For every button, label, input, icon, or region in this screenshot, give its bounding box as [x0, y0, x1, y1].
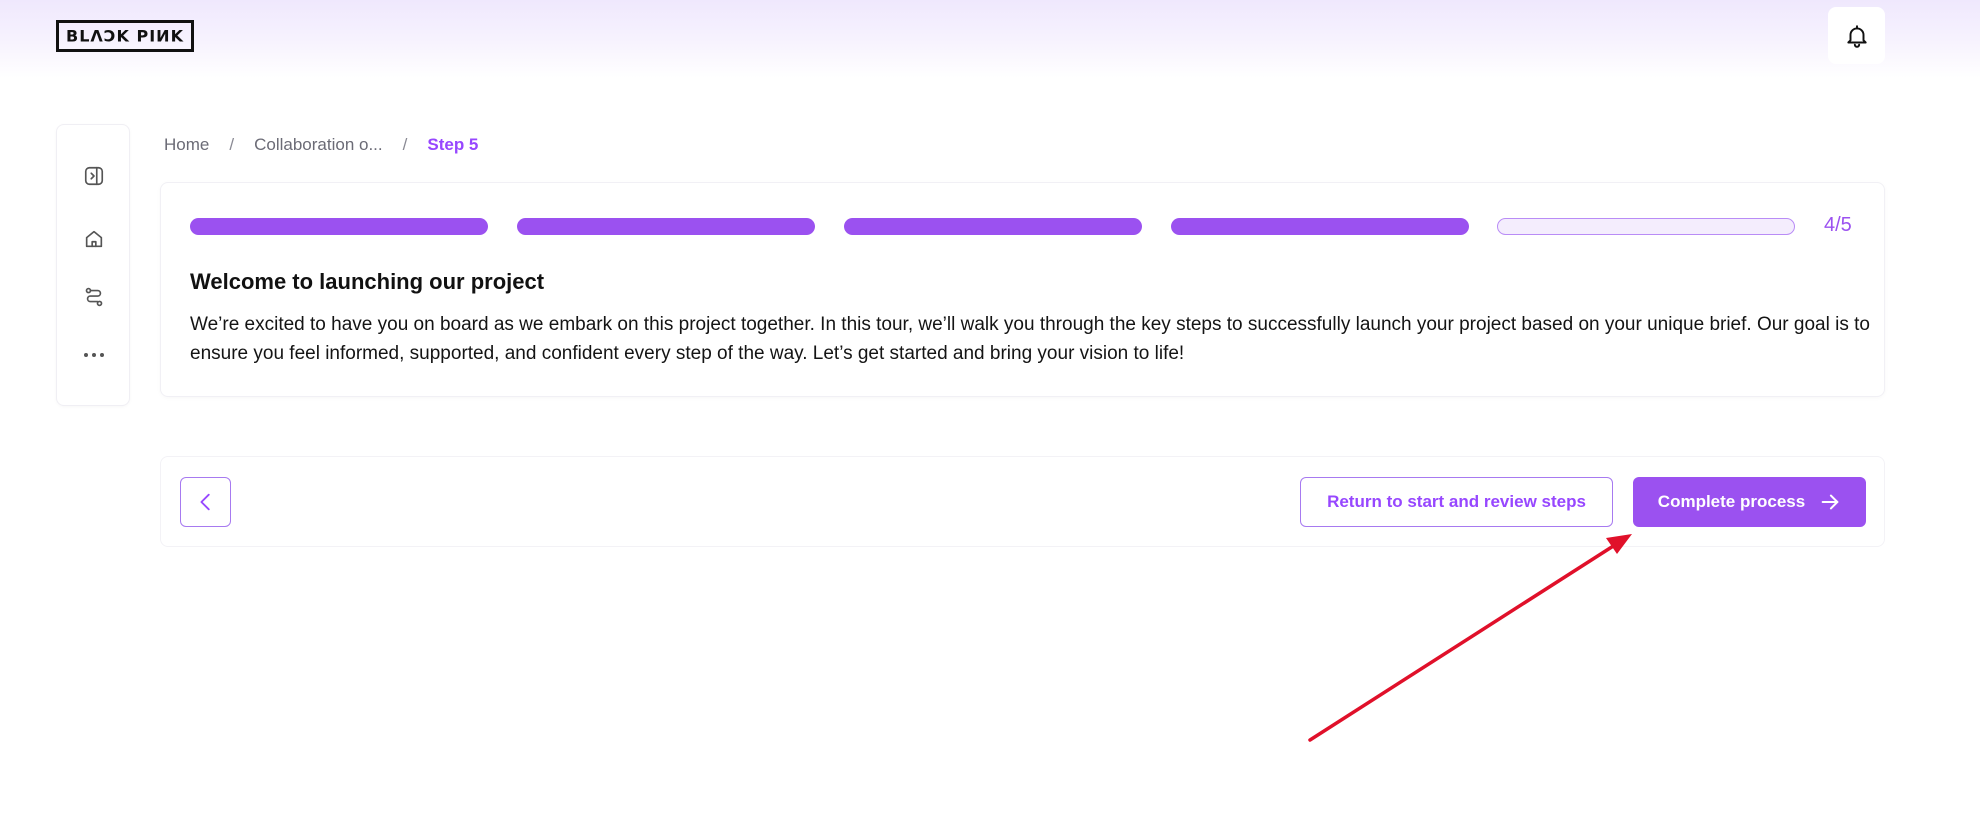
panel-toggle-icon	[84, 166, 104, 186]
more-horizontal-icon	[84, 353, 104, 357]
sidebar-more-button[interactable]	[74, 335, 114, 375]
progress-segment-complete	[844, 218, 1142, 235]
sidebar-item-home[interactable]	[74, 219, 114, 259]
sidebar-item-route[interactable]	[74, 277, 114, 317]
notifications-button[interactable]	[1828, 7, 1885, 64]
home-icon	[85, 230, 103, 248]
return-to-start-button[interactable]: Return to start and review steps	[1300, 477, 1613, 527]
tour-description: We’re excited to have you on board as we…	[190, 314, 1870, 364]
progress-segment-incomplete	[1497, 218, 1795, 235]
complete-process-button[interactable]: Complete process	[1633, 477, 1866, 527]
progress-segment-complete	[517, 218, 815, 235]
bell-icon	[1846, 24, 1867, 48]
top-bar: BLΛƆK PIИK	[0, 0, 1980, 78]
sidebar-toggle-button[interactable]	[74, 156, 114, 196]
tour-card: 4/5 Welcome to launching our project We’…	[160, 182, 1885, 397]
route-icon	[85, 287, 103, 307]
back-button[interactable]	[180, 477, 231, 527]
breadcrumb-separator: /	[402, 135, 408, 154]
annotation-arrow-line	[1308, 541, 1620, 742]
brand-logo[interactable]: BLΛƆK PIИK	[56, 20, 194, 52]
tour-actions-bar: Return to start and review steps Complet…	[160, 456, 1885, 547]
progress-segment-complete	[190, 218, 488, 235]
breadcrumb: Home / Collaboration o... / Step 5	[164, 133, 478, 157]
arrow-right-icon	[1821, 494, 1839, 510]
chevron-left-icon	[200, 493, 210, 511]
tour-title: Welcome to launching our project	[190, 269, 545, 294]
breadcrumb-collaboration[interactable]: Collaboration o...	[254, 135, 383, 155]
annotation-arrow-overlay	[1308, 534, 1632, 742]
breadcrumb-current-step: Step 5	[427, 135, 479, 154]
breadcrumb-separator: /	[229, 135, 235, 154]
side-navigation	[56, 124, 130, 406]
breadcrumb-home[interactable]: Home	[164, 135, 209, 155]
progress-segment-complete	[1171, 218, 1469, 235]
svg-text:BLΛƆK PIИK: BLΛƆK PIИK	[66, 27, 184, 46]
progress-count: 4/5	[1824, 214, 1852, 236]
complete-process-label: Complete process	[1657, 492, 1806, 511]
brand-logo-mark: BLΛƆK PIИK	[66, 27, 184, 46]
